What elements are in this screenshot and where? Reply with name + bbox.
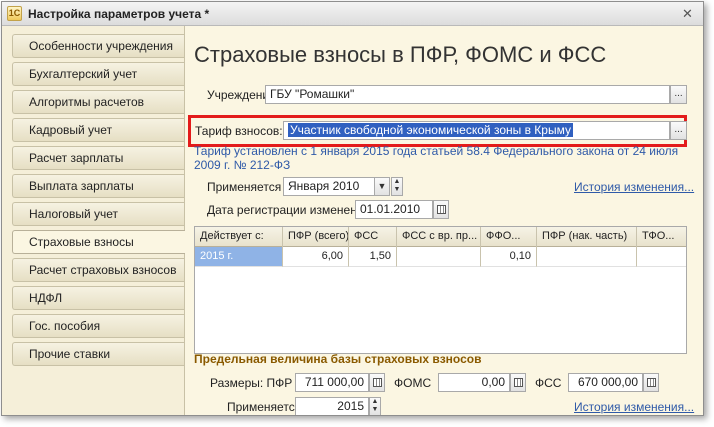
column-header[interactable]: Действует с: [195,227,283,247]
sidebar-item-algorithms[interactable]: Алгоритмы расчетов [12,90,184,114]
limit-section-title: Предельная величина базы страховых взнос… [194,352,482,366]
main-panel: Страховые взносы в ПФР, ФОМС и ФСС Учреж… [184,26,703,415]
sidebar-item-payroll-pay[interactable]: Выплата зарплаты [12,174,184,198]
institution-select-button[interactable]: ... [670,85,687,104]
chevron-down-icon[interactable]: ▼ [374,177,390,196]
applies-from-label: Применяется с: [207,180,294,194]
table-cell[interactable]: 1,50 [349,247,397,267]
sizes-pfr-label: Размеры: ПФР [210,376,293,390]
calculator-icon[interactable] [369,373,385,392]
sidebar: Особенности учреждения Бухгалтерский уче… [2,26,185,415]
table-cell[interactable] [397,247,481,267]
table-cell[interactable] [537,247,637,267]
rates-table: Действует с: ПФР (всего) ФСС ФСС с вр. п… [194,226,687,354]
month-spinner[interactable]: ▲ ▼ [391,177,403,196]
history-link[interactable]: История изменения... [574,180,694,194]
sidebar-item-insurance[interactable]: Страховые взносы [12,230,185,254]
institution-field[interactable]: ГБУ "Ромашки" [265,85,670,104]
year-spinner[interactable]: ▲ ▼ [369,397,381,415]
table-cell[interactable]: 2015 г. [195,247,283,267]
calculator-icon[interactable] [643,373,659,392]
sidebar-item-tax[interactable]: Налоговый учет [12,202,184,226]
sidebar-item-accounting[interactable]: Бухгалтерский учет [12,62,184,86]
sidebar-item-institution-features[interactable]: Особенности учреждения [12,34,184,58]
close-icon[interactable]: ✕ [680,6,695,21]
tariff-info-text: Тариф установлен с 1 января 2015 года ст… [194,144,679,172]
reg-date-label: Дата регистрации изменений: [207,203,374,217]
tariff-field[interactable]: Участник свободной экономической зоны в … [283,121,670,140]
calendar-icon[interactable] [433,200,449,219]
table-cell[interactable]: 0,10 [481,247,537,267]
sidebar-item-payroll-calc[interactable]: Расчет зарплаты [12,146,184,170]
applies-from-field[interactable]: Января 2010 [283,177,375,196]
column-header[interactable]: ФСС с вр. пр... [397,227,481,247]
tariff-value: Участник свободной экономической зоны в … [288,123,573,137]
column-header[interactable]: ТФО... [637,227,686,247]
reg-date-field[interactable]: 01.01.2010 [355,200,433,219]
foms-label: ФОМС [394,376,432,390]
column-header[interactable]: ПФР (всего) [283,227,349,247]
fss-limit-field[interactable]: 670 000,00 [568,373,643,392]
foms-limit-field[interactable]: 0,00 [438,373,510,392]
table-header: Действует с: ПФР (всего) ФСС ФСС с вр. п… [195,227,686,247]
sidebar-item-other-rates[interactable]: Прочие ставки [12,342,184,366]
sidebar-item-ndfl[interactable]: НДФЛ [12,286,184,310]
tariff-label: Тариф взносов: [195,124,283,138]
window-title: Настройка параметров учета * [28,7,210,21]
calculator-icon[interactable] [510,373,526,392]
sidebar-item-insurance-calc[interactable]: Расчет страховых взносов [12,258,184,282]
column-header[interactable]: ФФО... [481,227,537,247]
limit-applies-field[interactable]: 2015 [295,397,369,415]
sidebar-item-hr[interactable]: Кадровый учет [12,118,184,142]
limit-history-link[interactable]: История изменения... [574,400,694,414]
sidebar-item-benefits[interactable]: Гос. пособия [12,314,184,338]
column-header[interactable]: ПФР (нак. часть) [537,227,637,247]
fss-label: ФСС [535,376,562,390]
table-row[interactable]: 2015 г. 6,00 1,50 0,10 [195,247,686,267]
page-title: Страховые взносы в ПФР, ФОМС и ФСС [194,42,607,67]
title-bar: 1С Настройка параметров учета * ✕ [2,2,703,26]
table-cell[interactable] [637,247,686,267]
settings-window: 1С Настройка параметров учета * ✕ Особен… [1,1,704,416]
column-header[interactable]: ФСС [349,227,397,247]
tariff-select-button[interactable]: ... [670,121,687,140]
table-cell[interactable]: 6,00 [283,247,349,267]
app-1c-icon: 1С [7,6,22,21]
pfr-limit-field[interactable]: 711 000,00 [295,373,369,392]
